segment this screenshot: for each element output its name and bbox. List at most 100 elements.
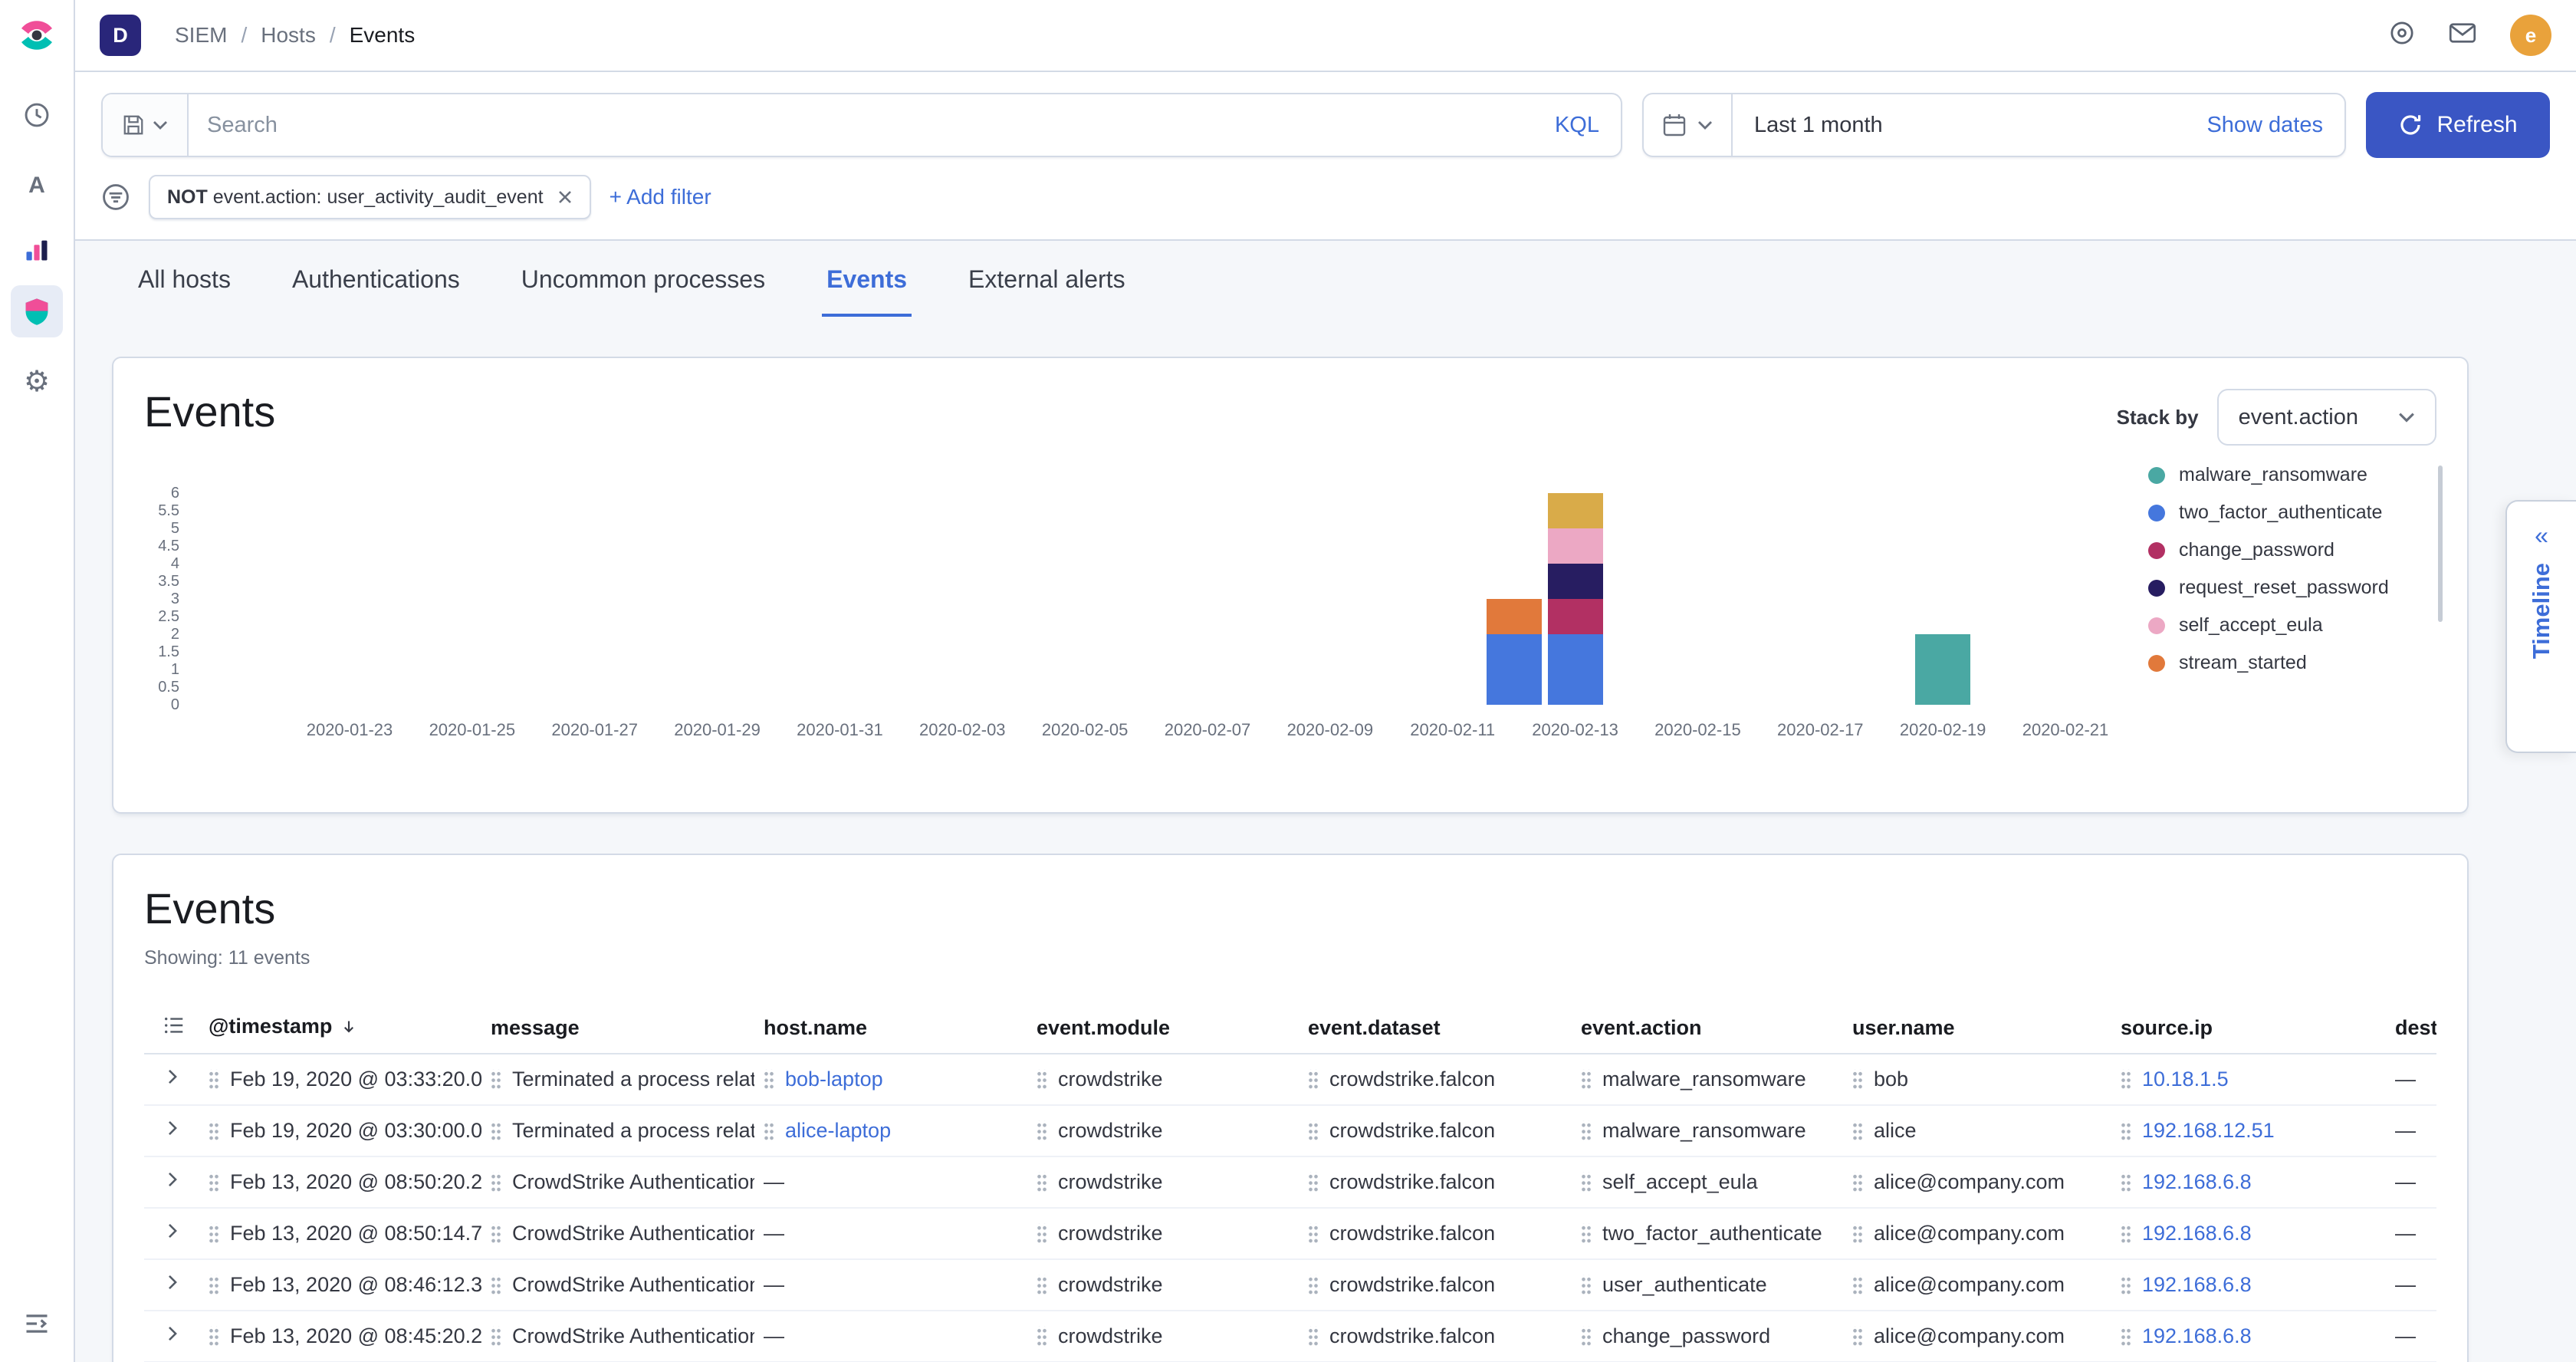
legend-item[interactable]: stream_started <box>2148 644 2433 682</box>
drag-handle-icon[interactable] <box>1308 1069 1319 1089</box>
column-header-user.name[interactable]: user.name <box>1843 1003 2111 1054</box>
legend-item[interactable]: two_factor_authenticate <box>2148 494 2433 531</box>
user-avatar[interactable]: e <box>2510 15 2551 56</box>
timeline-toggle[interactable]: « Timeline <box>2505 500 2576 753</box>
drag-handle-icon[interactable] <box>1037 1275 1047 1295</box>
security-app-icon[interactable] <box>11 285 63 337</box>
date-picker-button[interactable] <box>1644 94 1733 156</box>
legend-item[interactable]: self_accept_eula <box>2148 607 2433 644</box>
drag-handle-icon[interactable] <box>2121 1223 2131 1243</box>
cell-value[interactable]: 192.168.6.8 <box>2142 1170 2252 1193</box>
fields-browser-icon[interactable] <box>144 1003 199 1054</box>
drag-handle-icon[interactable] <box>1852 1275 1863 1295</box>
drag-handle-icon[interactable] <box>1581 1223 1592 1243</box>
drag-handle-icon[interactable] <box>209 1223 219 1243</box>
search-input[interactable] <box>189 113 1533 138</box>
drag-handle-icon[interactable] <box>764 1069 774 1089</box>
refresh-button[interactable]: Refresh <box>2366 92 2550 158</box>
plot-area[interactable] <box>196 493 2111 705</box>
show-dates-link[interactable]: Show dates <box>2185 113 2344 138</box>
column-header-event.module[interactable]: event.module <box>1027 1003 1299 1054</box>
drag-handle-icon[interactable] <box>1037 1069 1047 1089</box>
legend-item[interactable]: malware_ransomware <box>2148 456 2433 494</box>
expand-event-button[interactable] <box>144 1105 199 1156</box>
drag-handle-icon[interactable] <box>1852 1172 1863 1192</box>
tab-events[interactable]: Events <box>822 262 912 317</box>
drag-handle-icon[interactable] <box>2121 1069 2131 1089</box>
drag-handle-icon[interactable] <box>1037 1172 1047 1192</box>
legend-item[interactable]: change_password <box>2148 531 2433 569</box>
drag-handle-icon[interactable] <box>491 1223 501 1243</box>
newsfeed-icon[interactable] <box>2449 22 2476 49</box>
collapse-menu-icon[interactable] <box>11 1301 63 1347</box>
remove-filter-icon[interactable] <box>557 189 573 205</box>
tab-all-hosts[interactable]: All hosts <box>133 262 235 317</box>
legend-scrollbar[interactable] <box>2438 466 2443 622</box>
cell-value[interactable]: bob-laptop <box>785 1068 883 1091</box>
cell-value[interactable]: 192.168.6.8 <box>2142 1222 2252 1245</box>
drag-handle-icon[interactable] <box>1308 1275 1319 1295</box>
breadcrumb-item[interactable]: Hosts <box>261 23 316 48</box>
add-filter-link[interactable]: + Add filter <box>610 185 711 209</box>
saved-query-button[interactable] <box>103 94 189 156</box>
time-range-label[interactable]: Last 1 month <box>1733 113 2185 138</box>
drag-handle-icon[interactable] <box>209 1069 219 1089</box>
column-header-destination.ip[interactable]: destination.ip <box>2386 1003 2436 1054</box>
app-a-icon[interactable]: A <box>11 160 63 212</box>
drag-handle-icon[interactable] <box>491 1120 501 1140</box>
drag-handle-icon[interactable] <box>491 1275 501 1295</box>
drag-handle-icon[interactable] <box>491 1172 501 1192</box>
drag-handle-icon[interactable] <box>1308 1326 1319 1346</box>
drag-handle-icon[interactable] <box>209 1275 219 1295</box>
drag-handle-icon[interactable] <box>1037 1120 1047 1140</box>
drag-handle-icon[interactable] <box>1852 1120 1863 1140</box>
cell-value[interactable]: 192.168.6.8 <box>2142 1273 2252 1296</box>
legend-item[interactable]: user_authenticate <box>2148 682 2433 689</box>
column-header-message[interactable]: message <box>481 1003 754 1054</box>
expand-event-button[interactable] <box>144 1259 199 1311</box>
drag-handle-icon[interactable] <box>209 1172 219 1192</box>
drag-handle-icon[interactable] <box>2121 1120 2131 1140</box>
column-header-host.name[interactable]: host.name <box>754 1003 1027 1054</box>
cell-value[interactable]: alice-laptop <box>785 1119 891 1142</box>
breadcrumb-item[interactable]: SIEM <box>175 23 227 48</box>
tab-authentications[interactable]: Authentications <box>288 262 465 317</box>
help-icon[interactable] <box>2389 20 2415 51</box>
column-header-event.action[interactable]: event.action <box>1572 1003 1843 1054</box>
drag-handle-icon[interactable] <box>1581 1120 1592 1140</box>
tab-external-alerts[interactable]: External alerts <box>964 262 1130 317</box>
drag-handle-icon[interactable] <box>209 1120 219 1140</box>
drag-handle-icon[interactable] <box>1852 1326 1863 1346</box>
drag-handle-icon[interactable] <box>1581 1275 1592 1295</box>
expand-event-button[interactable] <box>144 1054 199 1105</box>
filter-options-icon[interactable] <box>101 183 130 212</box>
drag-handle-icon[interactable] <box>1581 1172 1592 1192</box>
legend-item[interactable]: request_reset_password <box>2148 569 2433 607</box>
column-header-event.dataset[interactable]: event.dataset <box>1299 1003 1572 1054</box>
drag-handle-icon[interactable] <box>1037 1326 1047 1346</box>
drag-handle-icon[interactable] <box>1308 1172 1319 1192</box>
drag-handle-icon[interactable] <box>1852 1223 1863 1243</box>
drag-handle-icon[interactable] <box>2121 1326 2131 1346</box>
management-gear-icon[interactable]: ⚙ <box>11 356 63 408</box>
drag-handle-icon[interactable] <box>2121 1275 2131 1295</box>
expand-event-button[interactable] <box>144 1208 199 1259</box>
stack-by-select[interactable]: event.action <box>2217 389 2436 446</box>
drag-handle-icon[interactable] <box>1852 1069 1863 1089</box>
drag-handle-icon[interactable] <box>1308 1120 1319 1140</box>
drag-handle-icon[interactable] <box>764 1120 774 1140</box>
drag-handle-icon[interactable] <box>491 1069 501 1089</box>
column-header-source.ip[interactable]: source.ip <box>2111 1003 2386 1054</box>
cell-value[interactable]: 10.18.1.5 <box>2142 1068 2229 1091</box>
recently-viewed-icon[interactable] <box>11 89 63 141</box>
cell-value[interactable]: 192.168.6.8 <box>2142 1324 2252 1347</box>
space-badge[interactable]: D <box>100 15 141 56</box>
drag-handle-icon[interactable] <box>1037 1223 1047 1243</box>
expand-event-button[interactable] <box>144 1311 199 1362</box>
column-header-@timestamp[interactable]: @timestamp <box>199 1003 481 1054</box>
kibana-logo[interactable] <box>17 15 57 55</box>
drag-handle-icon[interactable] <box>1581 1326 1592 1346</box>
analytics-icon[interactable] <box>11 224 63 276</box>
drag-handle-icon[interactable] <box>1308 1223 1319 1243</box>
drag-handle-icon[interactable] <box>2121 1172 2131 1192</box>
